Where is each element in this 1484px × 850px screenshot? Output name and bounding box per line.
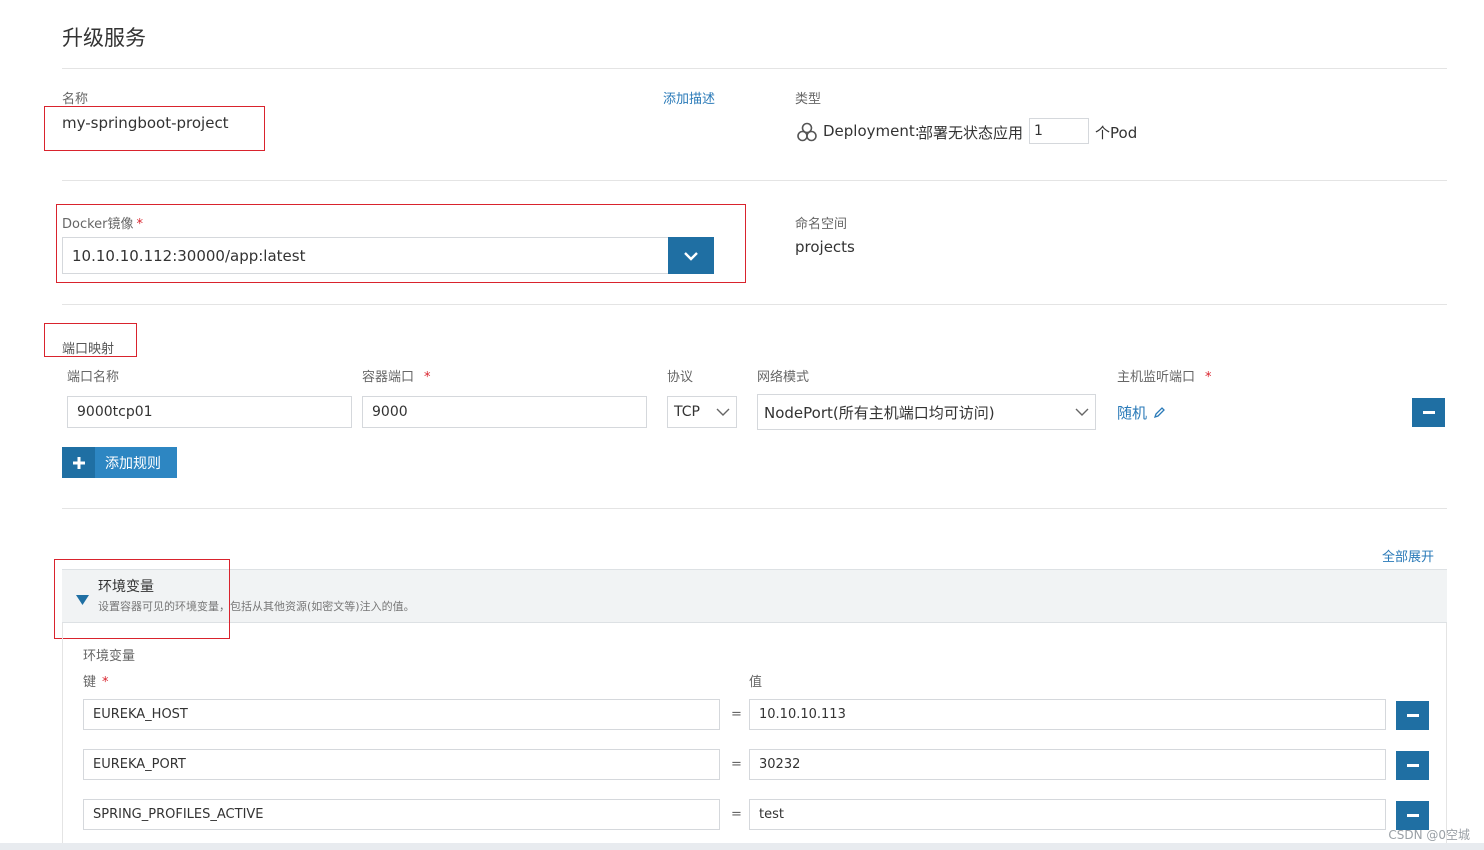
env-value-input[interactable]: 30232 bbox=[749, 749, 1386, 780]
env-key-input[interactable]: EUREKA_HOST bbox=[83, 699, 720, 730]
env-key-input[interactable]: EUREKA_PORT bbox=[83, 749, 720, 780]
minus-icon bbox=[1422, 411, 1435, 414]
name-label: 名称 bbox=[62, 92, 89, 107]
namespace-label: 命名空间 bbox=[795, 217, 848, 232]
host-port-value: 随机 bbox=[1117, 404, 1148, 422]
remove-env-button[interactable] bbox=[1396, 751, 1429, 780]
docker-image-label: Docker镜像 * bbox=[62, 217, 144, 232]
add-rule-button[interactable]: 添加规则 bbox=[62, 447, 177, 478]
protocol-select[interactable]: TCP bbox=[667, 396, 737, 428]
minus-icon bbox=[1406, 714, 1419, 717]
pod-count-input[interactable]: 1 bbox=[1029, 118, 1089, 144]
remove-env-button[interactable] bbox=[1396, 701, 1429, 730]
host-port-header: 主机监听端口 * bbox=[1117, 370, 1212, 385]
network-mode-value: NodePort(所有主机端口均可访问) bbox=[764, 403, 995, 422]
env-key-input[interactable]: SPRING_PROFILES_ACTIVE bbox=[83, 799, 720, 830]
network-mode-header: 网络模式 bbox=[757, 370, 810, 385]
type-label: 类型 bbox=[795, 92, 822, 107]
watermark: CSDN @0空城 bbox=[1388, 828, 1470, 842]
type-desc: 部署无状态应用 bbox=[918, 124, 1024, 142]
port-name-input[interactable]: 9000tcp01 bbox=[67, 396, 352, 428]
equals-sign: = bbox=[731, 807, 742, 822]
deployment-icon bbox=[796, 121, 818, 143]
page-title: 升级服务 bbox=[62, 26, 146, 50]
pod-suffix: 个Pod bbox=[1095, 124, 1138, 142]
bottom-scroll-strip bbox=[0, 843, 1484, 850]
protocol-header: 协议 bbox=[667, 370, 694, 385]
plus-icon bbox=[62, 447, 95, 478]
equals-sign: = bbox=[731, 707, 742, 722]
env-key-header: 键 * bbox=[83, 675, 109, 690]
env-value-header: 值 bbox=[749, 675, 763, 690]
divider bbox=[62, 68, 1447, 69]
minus-icon bbox=[1406, 764, 1419, 767]
env-sub-label: 环境变量 bbox=[83, 649, 136, 664]
container-port-input[interactable]: 9000 bbox=[362, 396, 647, 428]
divider bbox=[62, 304, 1447, 305]
env-section-header[interactable] bbox=[62, 569, 1447, 623]
expand-all-link[interactable]: 全部展开 bbox=[1382, 546, 1434, 565]
minus-icon bbox=[1406, 814, 1419, 817]
chevron-down-icon bbox=[1075, 408, 1089, 416]
network-mode-select[interactable]: NodePort(所有主机端口均可访问) bbox=[757, 394, 1096, 430]
chevron-down-icon bbox=[684, 251, 698, 261]
port-mapping-label: 端口映射 bbox=[62, 342, 115, 357]
add-description-link[interactable]: 添加描述 bbox=[663, 88, 715, 107]
name-value[interactable]: my-springboot-project bbox=[62, 114, 229, 132]
docker-image-dropdown-button[interactable] bbox=[668, 237, 714, 274]
collapse-triangle-icon[interactable] bbox=[76, 590, 89, 609]
env-value-input[interactable]: test bbox=[749, 799, 1386, 830]
env-section-desc: 设置容器可见的环境变量，包括从其他资源(如密文等)注入的值。 bbox=[98, 600, 415, 613]
edit-pencil-icon[interactable] bbox=[1153, 406, 1166, 419]
add-rule-label: 添加规则 bbox=[105, 455, 161, 472]
divider bbox=[62, 180, 1447, 181]
protocol-value: TCP bbox=[674, 404, 700, 420]
type-prefix: Deployment: bbox=[823, 122, 920, 140]
divider bbox=[62, 508, 1447, 509]
container-port-header: 容器端口 * bbox=[362, 370, 431, 385]
namespace-value: projects bbox=[795, 238, 855, 256]
host-port-random[interactable]: 随机 bbox=[1117, 402, 1166, 423]
equals-sign: = bbox=[731, 757, 742, 772]
port-name-header: 端口名称 bbox=[67, 370, 120, 385]
docker-image-input[interactable]: 10.10.10.112:30000/app:latest bbox=[62, 237, 669, 274]
env-section-title: 环境变量 bbox=[98, 579, 154, 595]
chevron-down-icon bbox=[716, 408, 730, 416]
remove-port-button[interactable] bbox=[1412, 398, 1445, 427]
env-value-input[interactable]: 10.10.10.113 bbox=[749, 699, 1386, 730]
